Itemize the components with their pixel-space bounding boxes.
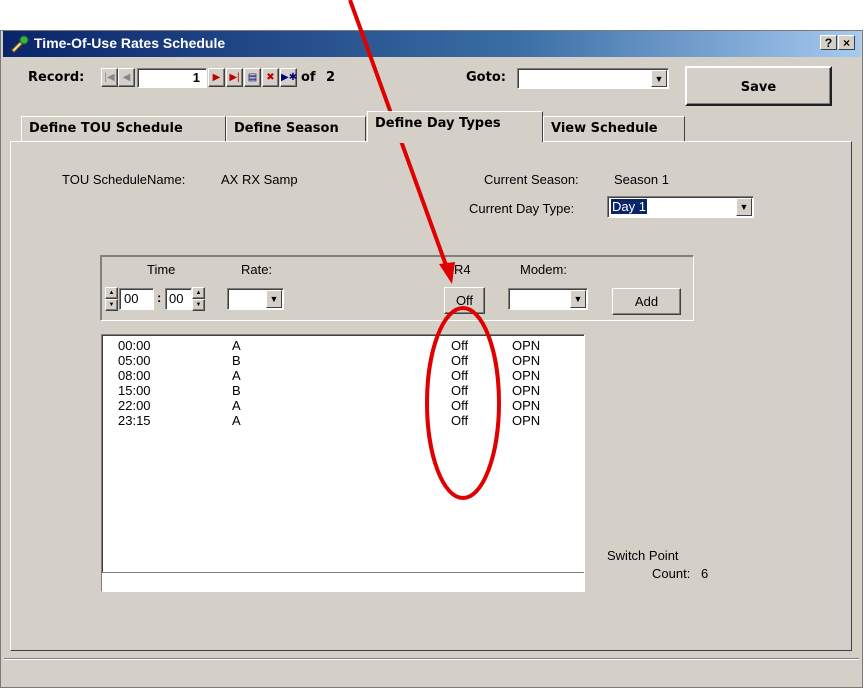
list-item[interactable]: 15:00 B Off OPN bbox=[102, 383, 584, 398]
modem-cell: OPN bbox=[512, 338, 541, 353]
new-record-button[interactable]: ▶✱ bbox=[280, 68, 297, 87]
save-button[interactable]: Save bbox=[685, 66, 832, 106]
rate-cell: B bbox=[232, 353, 241, 368]
record-total: 2 bbox=[326, 70, 336, 85]
spin-up-icon[interactable]: ▲ bbox=[105, 287, 118, 299]
of-label: of bbox=[301, 70, 316, 85]
rate-dropdown[interactable]: ▼ bbox=[227, 288, 284, 310]
r4-cell: Off bbox=[451, 368, 469, 383]
list-item[interactable]: 23:15 A Off OPN bbox=[102, 413, 584, 428]
rate-cell: A bbox=[232, 368, 241, 383]
prev-record-button[interactable]: ◀ bbox=[118, 68, 135, 87]
modem-cell: OPN bbox=[512, 383, 541, 398]
r4-cell: Off bbox=[451, 413, 469, 428]
time-cell: 22:00 bbox=[118, 398, 151, 413]
rate-label: Rate: bbox=[241, 262, 273, 277]
modem-cell: OPN bbox=[512, 398, 541, 413]
switch-point-count-value: 6 bbox=[701, 566, 709, 581]
next-record-button[interactable]: ▶ bbox=[208, 68, 225, 87]
hour-field[interactable]: 00 bbox=[119, 288, 154, 310]
tab-define-season[interactable]: Define Season bbox=[226, 116, 366, 142]
list-item[interactable]: 00:00 A Off OPN bbox=[102, 338, 584, 353]
help-icon: ? bbox=[824, 36, 833, 50]
add-button[interactable]: Add bbox=[612, 288, 681, 315]
time-label: Time bbox=[147, 262, 176, 277]
close-icon: × bbox=[842, 36, 850, 50]
tab-define-tou-schedule[interactable]: Define TOU Schedule bbox=[21, 116, 226, 142]
day-type-dropdown[interactable]: Day 1 ▼ bbox=[607, 196, 754, 218]
app-icon bbox=[11, 35, 29, 53]
modem-label: Modem: bbox=[520, 262, 567, 277]
current-day-type-label: Current Day Type: bbox=[469, 201, 575, 216]
tab-view-schedule[interactable]: View Schedule bbox=[543, 116, 685, 142]
schedule-name-label: TOU ScheduleName: bbox=[62, 172, 186, 187]
last-record-icon: ▶| bbox=[229, 72, 240, 83]
r4-cell: Off bbox=[451, 398, 469, 413]
switch-point-count-label-line2: Count: bbox=[652, 566, 691, 581]
hour-value: 00 bbox=[124, 291, 139, 306]
rate-cell: A bbox=[232, 413, 241, 428]
spin-up-icon[interactable]: ▲ bbox=[192, 287, 205, 299]
list-item[interactable]: 05:00 B Off OPN bbox=[102, 353, 584, 368]
record-label: Record: bbox=[28, 70, 85, 85]
minute-field[interactable]: 00 bbox=[165, 288, 192, 310]
list-item[interactable]: 22:00 A Off OPN bbox=[102, 398, 584, 413]
minute-value: 00 bbox=[169, 291, 184, 306]
rate-cell: A bbox=[232, 338, 241, 353]
r4-toggle-button[interactable]: Off bbox=[444, 287, 485, 314]
hour-spinner[interactable]: ▲ ▼ bbox=[105, 287, 118, 311]
edit-record-icon: ▤ bbox=[247, 72, 258, 83]
schedule-name-value: AX RX Samp bbox=[221, 172, 298, 187]
time-cell: 05:00 bbox=[118, 353, 151, 368]
modem-cell: OPN bbox=[512, 413, 541, 428]
r4-cell: Off bbox=[451, 383, 469, 398]
switch-point-list[interactable]: 00:00 A Off OPN 05:00 B Off OPN 08:00 A … bbox=[101, 334, 585, 592]
record-number-field[interactable]: 1 bbox=[137, 68, 207, 88]
help-button[interactable]: ? bbox=[820, 35, 837, 50]
prev-record-icon: ◀ bbox=[122, 72, 131, 83]
modem-cell: OPN bbox=[512, 353, 541, 368]
last-record-button[interactable]: ▶| bbox=[226, 68, 243, 87]
horizontal-scrollbar[interactable] bbox=[102, 572, 584, 591]
dropdown-arrow-icon[interactable]: ▼ bbox=[266, 290, 282, 308]
r4-cell: Off bbox=[451, 353, 469, 368]
spin-down-icon[interactable]: ▼ bbox=[105, 299, 118, 311]
goto-label: Goto: bbox=[466, 70, 506, 85]
r4-label: R4 bbox=[454, 262, 471, 277]
switch-point-count-label: Switch Point bbox=[607, 548, 679, 563]
time-cell: 23:15 bbox=[118, 413, 151, 428]
delete-record-icon: ✖ bbox=[266, 72, 275, 83]
record-number-value: 1 bbox=[192, 70, 200, 85]
time-cell: 00:00 bbox=[118, 338, 151, 353]
dropdown-arrow-icon[interactable]: ▼ bbox=[570, 290, 586, 308]
delete-record-button[interactable]: ✖ bbox=[262, 68, 279, 87]
list-item[interactable]: 08:00 A Off OPN bbox=[102, 368, 584, 383]
modem-cell: OPN bbox=[512, 368, 541, 383]
dropdown-arrow-icon[interactable]: ▼ bbox=[736, 198, 752, 216]
next-record-icon: ▶ bbox=[212, 72, 221, 83]
current-season-value: Season 1 bbox=[614, 172, 669, 187]
day-type-value: Day 1 bbox=[611, 199, 647, 214]
modem-dropdown[interactable]: ▼ bbox=[508, 288, 588, 310]
time-colon: : bbox=[157, 290, 162, 305]
current-season-label: Current Season: bbox=[484, 172, 579, 187]
first-record-button[interactable]: |◀ bbox=[101, 68, 118, 87]
rate-cell: A bbox=[232, 398, 241, 413]
spin-down-icon[interactable]: ▼ bbox=[192, 299, 205, 311]
tab-define-day-types[interactable]: Define Day Types bbox=[367, 111, 543, 142]
goto-dropdown[interactable]: ▼ bbox=[517, 68, 669, 89]
close-button[interactable]: × bbox=[838, 35, 855, 50]
dropdown-arrow-icon[interactable]: ▼ bbox=[651, 70, 667, 87]
edit-record-button[interactable]: ▤ bbox=[244, 68, 261, 87]
minute-spinner[interactable]: ▲ ▼ bbox=[192, 287, 205, 311]
time-cell: 15:00 bbox=[118, 383, 151, 398]
new-record-icon: ▶✱ bbox=[281, 72, 298, 83]
first-record-icon: |◀ bbox=[104, 72, 115, 83]
rate-cell: B bbox=[232, 383, 241, 398]
time-cell: 08:00 bbox=[118, 368, 151, 383]
window-title: Time-Of-Use Rates Schedule bbox=[34, 35, 226, 51]
r4-cell: Off bbox=[451, 338, 469, 353]
